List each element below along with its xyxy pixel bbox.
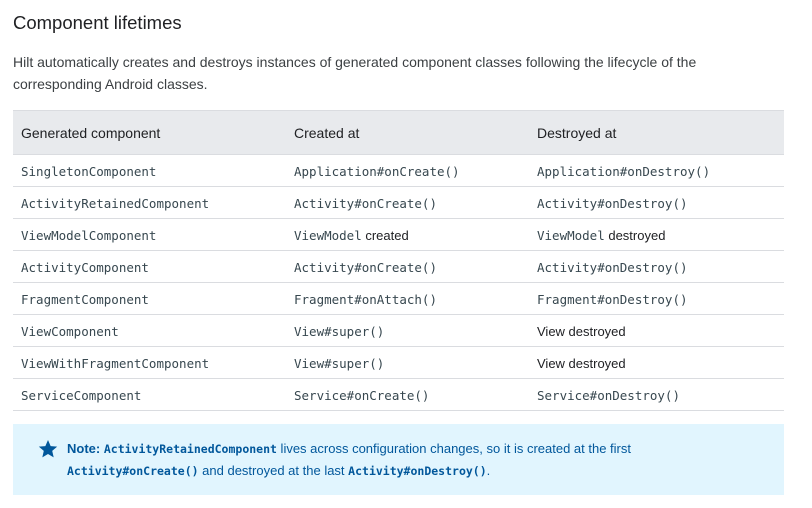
cell-destroyed-at: View destroyed xyxy=(529,314,784,347)
table-row: ActivityComponent Activity#onCreate() Acti… xyxy=(13,250,784,283)
table-row: ActivityRetainedComponent Activity#onCrea… xyxy=(13,186,784,219)
page: Component lifetimes Hilt automatically c… xyxy=(0,0,812,508)
cell-component: ActivityRetainedComponent xyxy=(13,186,286,219)
note-text-1: lives across configuration changes, so i… xyxy=(276,441,631,456)
cell-component: ViewComponent xyxy=(13,314,286,347)
cell-created-at-code: View#super() xyxy=(294,355,385,371)
cell-destroyed-at-code: Application#onDestroy() xyxy=(537,163,711,179)
cell-destroyed-at: Activity#onDestroy() xyxy=(529,250,784,283)
component-name: ViewModelComponent xyxy=(21,227,157,243)
cell-destroyed-at: Service#onDestroy() xyxy=(529,378,784,411)
cell-destroyed-at-code: Activity#onDestroy() xyxy=(537,259,688,275)
cell-created-at-code: Activity#onCreate() xyxy=(294,259,437,275)
cell-created-at: View#super() xyxy=(286,314,529,347)
cell-destroyed-at-text: View destroyed xyxy=(537,323,626,339)
cell-created-at-text: created xyxy=(361,227,409,243)
cell-created-at-code: View#super() xyxy=(294,323,385,339)
note-text-3: . xyxy=(486,463,491,478)
component-name: ViewWithFragmentComponent xyxy=(21,355,210,371)
header-generated-component: Generated component xyxy=(13,110,286,155)
note-code-component: ActivityRetainedComponent xyxy=(103,442,277,456)
cell-created-at: View#super() xyxy=(286,346,529,379)
cell-created-at-code: Service#onCreate() xyxy=(294,387,430,403)
cell-destroyed-at: View destroyed xyxy=(529,346,784,379)
cell-component: ServiceComponent xyxy=(13,378,286,411)
component-name: FragmentComponent xyxy=(21,291,149,307)
intro-paragraph: Hilt automatically creates and destroys … xyxy=(13,54,697,92)
header-destroyed-at: Destroyed at xyxy=(529,110,784,155)
cell-component: FragmentComponent xyxy=(13,282,286,315)
note-code-oncreate: Activity#onCreate() xyxy=(67,464,199,478)
cell-created-at: Activity#onCreate() xyxy=(286,250,529,283)
section-title: Component lifetimes xyxy=(13,12,182,33)
star-icon xyxy=(38,440,58,458)
cell-created-at-code: ViewModel xyxy=(294,227,362,243)
cell-component: ViewModelComponent xyxy=(13,218,286,251)
cell-created-at: Activity#onCreate() xyxy=(286,186,529,219)
component-lifetimes-table: Generated component Created at Destroyed… xyxy=(13,110,784,411)
table-row: ViewModelComponent ViewModel created ViewM… xyxy=(13,218,784,251)
cell-created-at-code: Fragment#onAttach() xyxy=(294,291,437,307)
table-header-row: Generated component Created at Destroyed… xyxy=(13,110,784,155)
note-callout: Note: ActivityRetainedComponent lives ac… xyxy=(13,424,784,495)
note-label: Note: xyxy=(67,441,101,456)
header-created-at: Created at xyxy=(286,110,529,155)
cell-component: SingletonComponent xyxy=(13,154,286,187)
cell-component: ViewWithFragmentComponent xyxy=(13,346,286,379)
cell-created-at-code: Activity#onCreate() xyxy=(294,195,437,211)
component-name: ActivityRetainedComponent xyxy=(21,195,210,211)
component-name: ServiceComponent xyxy=(21,387,142,403)
table-row: SingletonComponent Application#onCreate()… xyxy=(13,154,784,187)
cell-destroyed-at-text: destroyed xyxy=(604,227,666,243)
component-name: ActivityComponent xyxy=(21,259,149,275)
cell-created-at-code: Application#onCreate() xyxy=(294,163,460,179)
component-name: SingletonComponent xyxy=(21,163,157,179)
cell-destroyed-at: Fragment#onDestroy() xyxy=(529,282,784,315)
cell-destroyed-at-text: View destroyed xyxy=(537,355,626,371)
table-row: ViewComponent View#super() View destroyed xyxy=(13,314,784,347)
note-text-2: and destroyed at the last xyxy=(198,463,349,478)
table-row: ViewWithFragmentComponent View#super() Vie… xyxy=(13,346,784,379)
table-row: FragmentComponent Fragment#onAttach() Frag… xyxy=(13,282,784,315)
cell-destroyed-at-code: Service#onDestroy() xyxy=(537,387,680,403)
component-name: ViewComponent xyxy=(21,323,119,339)
cell-created-at: Application#onCreate() xyxy=(286,154,529,187)
cell-created-at: Fragment#onAttach() xyxy=(286,282,529,315)
cell-destroyed-at-code: Activity#onDestroy() xyxy=(537,195,688,211)
note-code-ondestroy: Activity#onDestroy() xyxy=(348,464,487,478)
note-text: Note: ActivityRetainedComponent lives ac… xyxy=(67,441,631,478)
cell-destroyed-at: ViewModel destroyed xyxy=(529,218,784,251)
cell-destroyed-at-code: Fragment#onDestroy() xyxy=(537,291,688,307)
cell-destroyed-at: Activity#onDestroy() xyxy=(529,186,784,219)
cell-destroyed-at: Application#onDestroy() xyxy=(529,154,784,187)
cell-component: ActivityComponent xyxy=(13,250,286,283)
table-row: ServiceComponent Service#onCreate() Servic… xyxy=(13,378,784,411)
cell-created-at: ViewModel created xyxy=(286,218,529,251)
cell-destroyed-at-code: ViewModel xyxy=(537,227,605,243)
cell-created-at: Service#onCreate() xyxy=(286,378,529,411)
